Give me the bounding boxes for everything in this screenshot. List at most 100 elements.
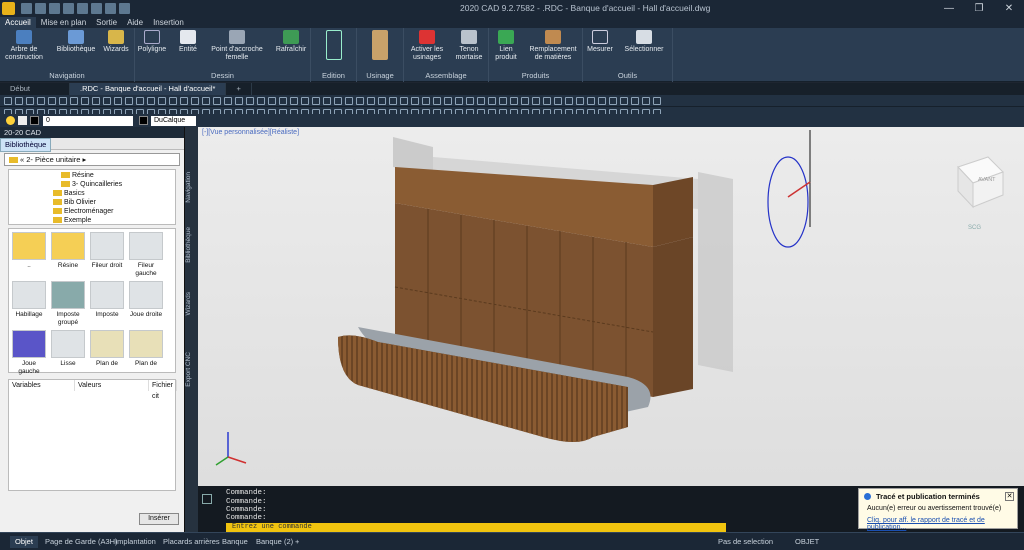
minimize-button[interactable]: — (934, 0, 964, 17)
toolbar-tool-icon[interactable] (48, 97, 56, 105)
layout-tab-objet[interactable]: Objet (10, 536, 38, 548)
layers-icon[interactable] (105, 3, 116, 14)
grid-item[interactable]: Plan de (89, 330, 125, 368)
entite-button[interactable]: Entité (175, 30, 201, 54)
gizmo-ring[interactable] (767, 156, 809, 248)
layout-tab[interactable]: Placards arrières (158, 536, 225, 548)
toolbar-tool-icon[interactable] (279, 97, 287, 105)
grid-item[interactable]: Lisse (50, 330, 86, 368)
toolbar-tool-icon[interactable] (510, 97, 518, 105)
toolbar-tool-icon[interactable] (499, 97, 507, 105)
notification-balloon[interactable]: Tracé et publication terminés ✕ Aucun(e)… (858, 488, 1018, 531)
layout-tab[interactable]: Implantation (110, 536, 161, 548)
grid-item[interactable]: .. (11, 232, 47, 270)
sidetab-export-cnc[interactable]: Export CNC (185, 352, 199, 387)
toolbar-tool-icon[interactable] (521, 97, 529, 105)
toolbar-tool-icon[interactable] (642, 97, 650, 105)
linetype-select[interactable]: DuCalque (151, 115, 196, 126)
sidetab-bibliotheque[interactable]: Bibliothèque (185, 227, 199, 263)
grid-item[interactable]: Plan de (128, 330, 164, 368)
rafraichir-button[interactable]: Rafraîchir (273, 30, 309, 54)
tree-item[interactable]: Résine (61, 171, 94, 180)
toolbar-tool-icon[interactable] (631, 97, 639, 105)
toolbar-tool-icon[interactable] (235, 97, 243, 105)
toolbar-tool-icon[interactable] (477, 97, 485, 105)
tab-debut[interactable]: Début (0, 83, 70, 95)
tab-bibliotheque[interactable]: Bibliothèque (0, 138, 52, 152)
library-path-combo[interactable]: « 2- Pièce unitaire ▸ (4, 153, 180, 166)
col-fichier[interactable]: Fichier cit (149, 380, 177, 400)
object-mode[interactable]: OBJET (790, 536, 824, 548)
toolbar-tool-icon[interactable] (576, 97, 584, 105)
toolbar-tool-icon[interactable] (213, 97, 221, 105)
grid-item[interactable]: Imposte (89, 281, 125, 319)
app-logo-icon[interactable] (2, 2, 15, 15)
toolbar-tool-icon[interactable] (158, 97, 166, 105)
toolbar-tool-icon[interactable] (609, 97, 617, 105)
report-link[interactable]: Cliq. pour aff. le rapport de tracé et d… (867, 517, 1017, 531)
toolbar-tool-icon[interactable] (466, 97, 474, 105)
toolbar-tool-icon[interactable] (268, 97, 276, 105)
toolbar-tool-icon[interactable] (345, 97, 353, 105)
wizards-button[interactable]: Wizards (100, 30, 132, 54)
layout-tab[interactable]: Banque (217, 536, 253, 548)
redo-icon[interactable] (91, 3, 102, 14)
toolbar-tool-icon[interactable] (389, 97, 397, 105)
col-valeurs[interactable]: Valeurs (75, 380, 149, 391)
toolbar-tool-icon[interactable] (598, 97, 606, 105)
grid-item[interactable]: Résine (50, 232, 86, 270)
grid-item[interactable]: Imposte groupé (50, 281, 86, 327)
sidetab-navigation[interactable]: Navigation (185, 172, 199, 203)
toolbar-tool-icon[interactable] (411, 97, 419, 105)
tab-insertion[interactable]: Insertion (148, 17, 189, 28)
command-input[interactable]: Entrez une commande (226, 523, 726, 532)
new-tab-button[interactable]: + (226, 83, 252, 95)
toolbar-tool-icon[interactable] (400, 97, 408, 105)
toolbar-tool-icon[interactable] (367, 97, 375, 105)
toolbar-tool-icon[interactable] (444, 97, 452, 105)
grid-item[interactable]: Fileur gauche (128, 232, 164, 278)
tree-item[interactable]: Electroménager (53, 207, 113, 216)
grid-item[interactable]: Joue droite (128, 281, 164, 319)
toolbar-tool-icon[interactable] (180, 97, 188, 105)
close-button[interactable]: ✕ (994, 0, 1024, 17)
layer-on-icon[interactable] (6, 116, 15, 125)
layer-freeze-icon[interactable] (18, 116, 27, 125)
polyligne-button[interactable]: Polyligne (137, 30, 167, 54)
grid-item[interactable]: Joue gauche (11, 330, 47, 376)
bibliotheque-button[interactable]: Bibliothèque (55, 30, 97, 54)
maximize-button[interactable]: ❐ (964, 0, 994, 17)
tree-item[interactable]: Exemple (53, 216, 91, 225)
grid-item[interactable]: Habillage (11, 281, 47, 319)
undo-icon[interactable] (77, 3, 88, 14)
toolbar-tool-icon[interactable] (323, 97, 331, 105)
toolbar-tool-icon[interactable] (312, 97, 320, 105)
arbre-construction-button[interactable]: Arbre de construction (4, 30, 44, 62)
toolbar-tool-icon[interactable] (15, 97, 23, 105)
toolbar-tool-icon[interactable] (290, 97, 298, 105)
toolbar-tool-icon[interactable] (92, 97, 100, 105)
toolbar-tool-icon[interactable] (59, 97, 67, 105)
tab-sortie[interactable]: Sortie (91, 17, 122, 28)
toolbar-tool-icon[interactable] (455, 97, 463, 105)
col-variables[interactable]: Variables (9, 380, 75, 391)
point-accroche-button[interactable]: Point d'accroche femelle (211, 30, 263, 62)
toolbar-tool-icon[interactable] (620, 97, 628, 105)
toolbar-tool-icon[interactable] (224, 97, 232, 105)
save-icon[interactable] (49, 3, 60, 14)
print-icon[interactable] (63, 3, 74, 14)
tree-item[interactable]: Bib Olivier (53, 198, 96, 207)
toolbar-tool-icon[interactable] (532, 97, 540, 105)
toolbar-tool-icon[interactable] (4, 97, 12, 105)
insert-button[interactable]: Insérer (139, 513, 179, 525)
toolbar-tool-icon[interactable] (246, 97, 254, 105)
toolbar-tool-icon[interactable] (554, 97, 562, 105)
open-file-icon[interactable] (35, 3, 46, 14)
toolbar-tool-icon[interactable] (103, 97, 111, 105)
toolbar-tool-icon[interactable] (301, 97, 309, 105)
mesurer-button[interactable]: Mesurer (585, 30, 615, 54)
ucs-menu[interactable]: SCG (968, 225, 981, 231)
usinage-tools[interactable] (363, 30, 397, 62)
toolbar-tool-icon[interactable] (147, 97, 155, 105)
toolbar-tool-icon[interactable] (653, 97, 661, 105)
